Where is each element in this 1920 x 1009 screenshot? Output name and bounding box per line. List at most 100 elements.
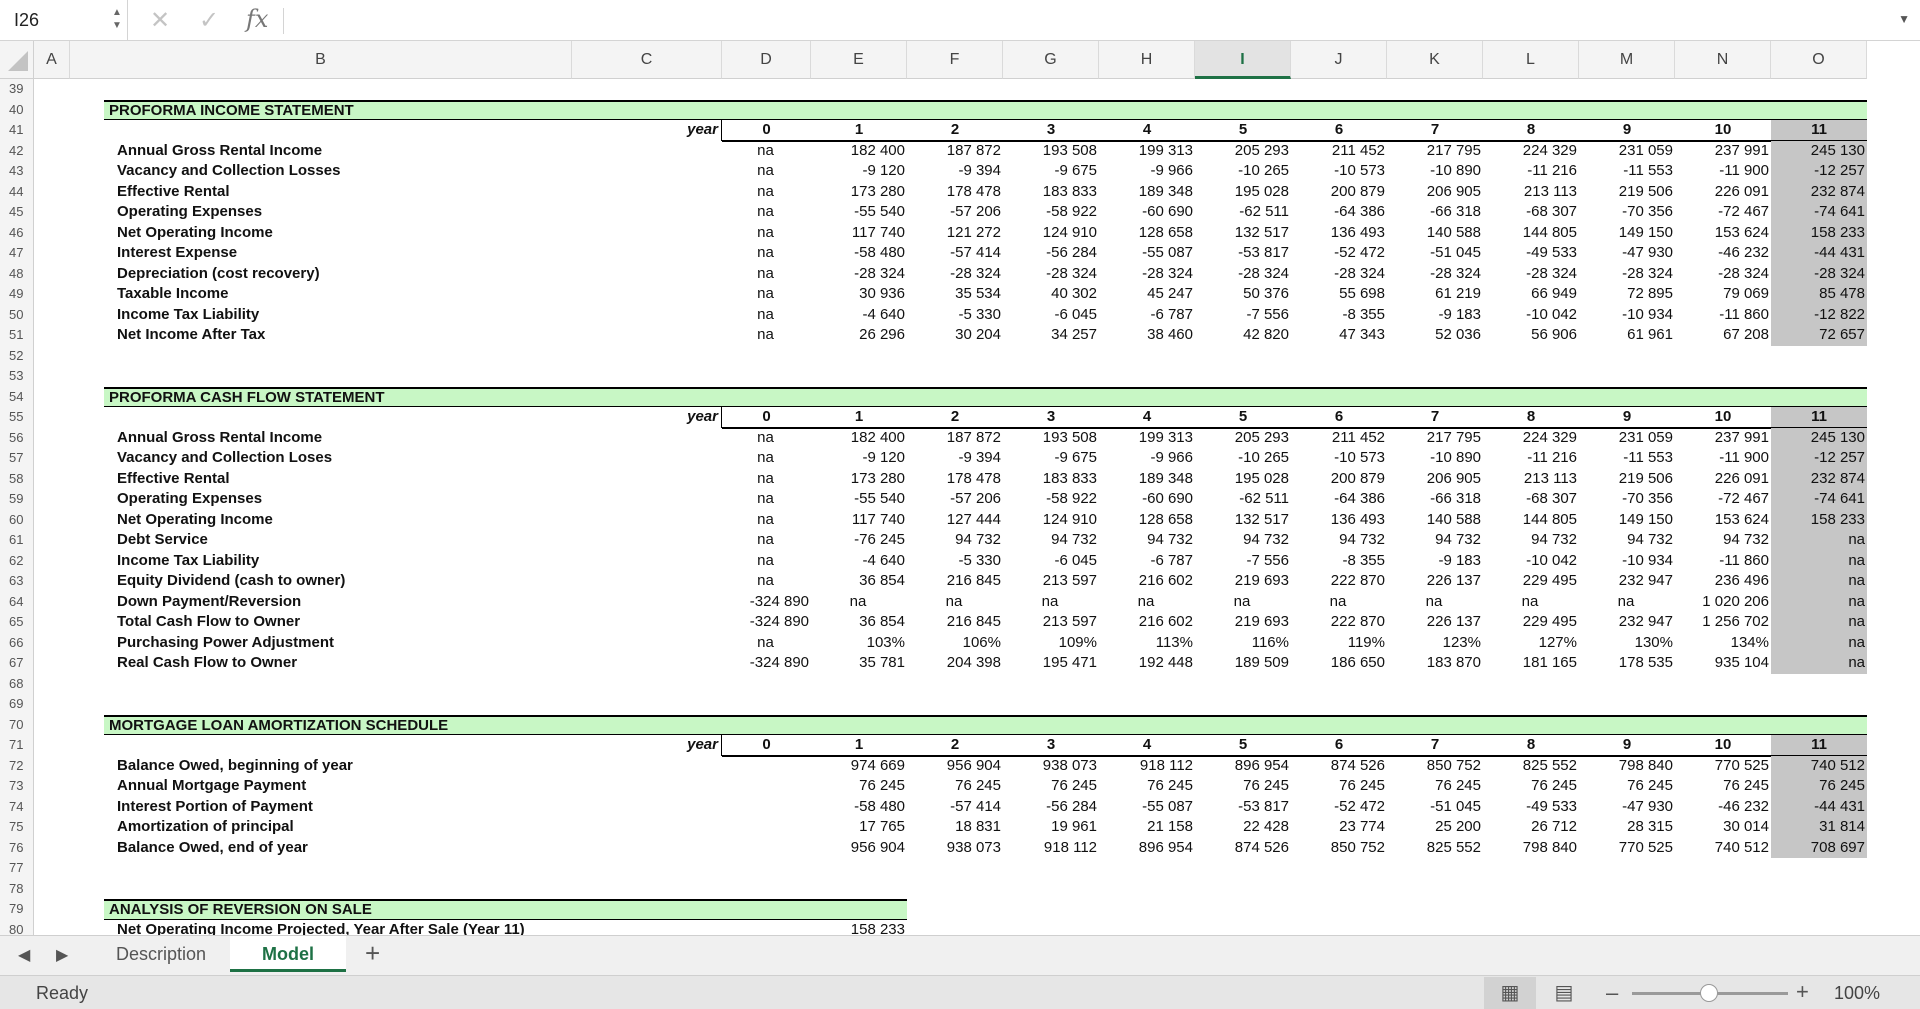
value-cell[interactable]: na	[722, 325, 811, 346]
value-cell[interactable]: 72 895	[1579, 284, 1675, 305]
value-cell[interactable]: na	[1387, 592, 1483, 613]
value-cell[interactable]: -53 817	[1195, 797, 1291, 818]
value-cell[interactable]: 85 478	[1771, 284, 1867, 305]
value-cell[interactable]: -28 324	[1675, 264, 1771, 285]
value-cell[interactable]: 30 936	[811, 284, 907, 305]
value-cell[interactable]: -11 900	[1675, 161, 1771, 182]
row-label[interactable]: Income Tax Liability	[117, 551, 259, 572]
value-cell[interactable]: -9 120	[811, 448, 907, 469]
value-cell[interactable]: -10 573	[1291, 448, 1387, 469]
value-cell[interactable]: -10 265	[1195, 161, 1291, 182]
value-cell[interactable]: 34 257	[1003, 325, 1099, 346]
value-cell[interactable]: na	[722, 551, 811, 572]
value-cell[interactable]: -28 324	[1483, 264, 1579, 285]
enter-icon[interactable]: ✓	[199, 6, 219, 35]
value-cell[interactable]: 770 525	[1675, 756, 1771, 777]
row-header[interactable]: 43	[0, 161, 34, 182]
value-cell[interactable]: 55 698	[1291, 284, 1387, 305]
value-cell[interactable]: -55 087	[1099, 243, 1195, 264]
row-label[interactable]: Debt Service	[117, 530, 208, 551]
value-cell[interactable]: -55 540	[811, 202, 907, 223]
row-header[interactable]: 70	[0, 714, 34, 735]
value-cell[interactable]: -324 890	[722, 653, 811, 674]
value-cell[interactable]: 76 245	[907, 776, 1003, 797]
value-cell[interactable]: 28 315	[1579, 817, 1675, 838]
sheet-tab-model[interactable]: Model	[230, 936, 346, 972]
value-cell[interactable]: na	[1195, 592, 1291, 613]
column-header-e[interactable]: E	[811, 41, 907, 79]
value-cell[interactable]: 76 245	[1483, 776, 1579, 797]
column-header-g[interactable]: G	[1003, 41, 1099, 79]
row-label[interactable]: Purchasing Power Adjustment	[117, 633, 334, 654]
value-cell[interactable]: -44 431	[1771, 796, 1867, 817]
year-cell[interactable]: 6	[1291, 120, 1387, 141]
year-cell[interactable]: 2	[907, 735, 1003, 756]
value-cell[interactable]: 36 854	[811, 612, 907, 633]
year-cell[interactable]: 2	[907, 120, 1003, 141]
value-cell[interactable]: -57 414	[907, 797, 1003, 818]
value-cell[interactable]: 222 870	[1291, 571, 1387, 592]
year-cell[interactable]: 4	[1099, 735, 1195, 756]
value-cell[interactable]: 132 517	[1195, 510, 1291, 531]
value-cell[interactable]: -7 556	[1195, 305, 1291, 326]
value-cell[interactable]: -28 324	[1003, 264, 1099, 285]
row-label[interactable]: Amortization of principal	[117, 817, 294, 838]
year-cell[interactable]: 10	[1675, 120, 1771, 141]
value-cell[interactable]: 825 552	[1387, 838, 1483, 859]
value-cell[interactable]: na	[722, 489, 811, 510]
value-cell[interactable]: -6 045	[1003, 305, 1099, 326]
row-label[interactable]: Effective Rental	[117, 182, 230, 203]
row-label[interactable]: Down Payment/Reversion	[117, 592, 301, 613]
value-cell[interactable]: -10 934	[1579, 551, 1675, 572]
value-cell[interactable]: 26 296	[811, 325, 907, 346]
value-cell[interactable]: 136 493	[1291, 223, 1387, 244]
value-cell[interactable]	[722, 776, 811, 797]
value-cell[interactable]: 222 870	[1291, 612, 1387, 633]
value-cell[interactable]: -9 966	[1099, 448, 1195, 469]
value-cell[interactable]: 226 091	[1675, 469, 1771, 490]
value-cell[interactable]: na	[811, 592, 907, 613]
value-cell[interactable]: -9 183	[1387, 551, 1483, 572]
row-header[interactable]: 64	[0, 591, 34, 612]
value-cell[interactable]: na	[722, 510, 811, 531]
year-cell[interactable]: 11	[1771, 735, 1867, 756]
column-header-k[interactable]: K	[1387, 41, 1483, 79]
value-cell[interactable]: -74 641	[1771, 202, 1867, 223]
value-cell[interactable]: 205 293	[1195, 428, 1291, 449]
column-header-d[interactable]: D	[722, 41, 811, 79]
value-cell[interactable]: 216 845	[907, 612, 1003, 633]
row-header[interactable]: 41	[0, 120, 34, 141]
value-cell[interactable]: -6 787	[1099, 305, 1195, 326]
row-header[interactable]: 57	[0, 448, 34, 469]
column-header-c[interactable]: C	[572, 41, 722, 79]
row-header[interactable]: 50	[0, 304, 34, 325]
name-box-stepper-icon[interactable]: ▲ ▼	[110, 6, 124, 36]
value-cell[interactable]: 192 448	[1099, 653, 1195, 674]
column-header-i[interactable]: I	[1195, 41, 1291, 79]
year-cell[interactable]: 8	[1483, 735, 1579, 756]
value-cell[interactable]: 896 954	[1099, 838, 1195, 859]
value-cell[interactable]: 231 059	[1579, 141, 1675, 162]
value-cell[interactable]: na	[1771, 612, 1867, 633]
row-header[interactable]: 44	[0, 181, 34, 202]
value-cell[interactable]: na	[907, 592, 1003, 613]
value-cell[interactable]: -10 573	[1291, 161, 1387, 182]
add-sheet-button[interactable]: +	[365, 938, 380, 969]
row-header[interactable]: 53	[0, 366, 34, 387]
year-cell[interactable]: 5	[1195, 735, 1291, 756]
value-cell[interactable]: na	[1771, 530, 1867, 551]
row-header[interactable]: 78	[0, 878, 34, 899]
value-cell[interactable]: 94 732	[1579, 530, 1675, 551]
year-cell[interactable]: 11	[1771, 120, 1867, 141]
year-cell[interactable]: 9	[1579, 735, 1675, 756]
value-cell[interactable]: -62 511	[1195, 489, 1291, 510]
value-cell[interactable]: 206 905	[1387, 182, 1483, 203]
value-cell[interactable]: 213 597	[1003, 612, 1099, 633]
value-cell[interactable]: 67 208	[1675, 325, 1771, 346]
value-cell[interactable]: 217 795	[1387, 141, 1483, 162]
column-header-n[interactable]: N	[1675, 41, 1771, 79]
row-header[interactable]: 39	[0, 79, 34, 100]
value-cell[interactable]: -56 284	[1003, 797, 1099, 818]
value-cell[interactable]: 195 028	[1195, 182, 1291, 203]
row-header[interactable]: 69	[0, 694, 34, 715]
